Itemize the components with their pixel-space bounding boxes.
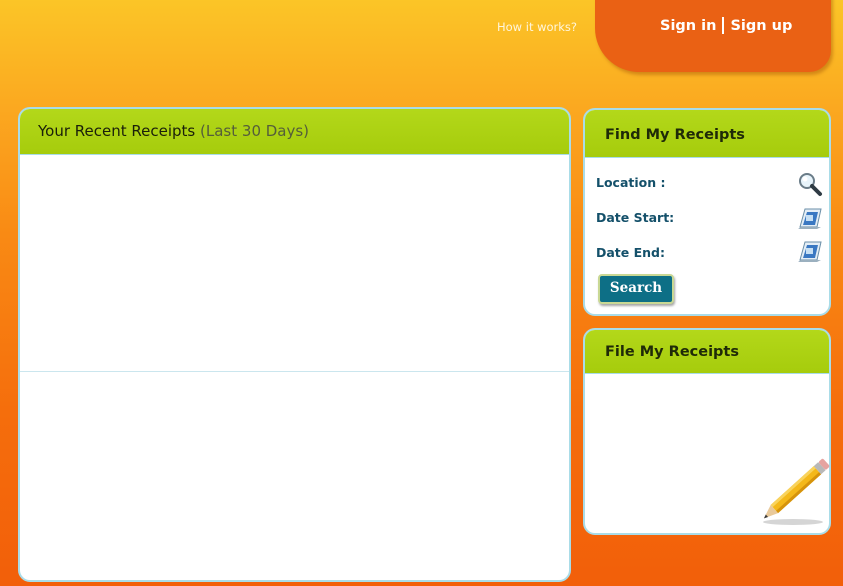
magnifier-icon[interactable] (797, 171, 823, 197)
date-end-label: Date End: (596, 245, 666, 260)
recent-receipts-panel: Your Recent Receipts (Last 30 Days) (18, 107, 571, 582)
auth-tab (595, 0, 831, 72)
recent-receipts-title: Your Recent Receipts (38, 122, 196, 140)
calendar-icon[interactable] (797, 205, 823, 231)
recent-receipts-divider (20, 371, 569, 372)
sign-in-link[interactable]: Sign in (660, 18, 716, 34)
search-button[interactable]: Search (598, 274, 674, 304)
recent-receipts-subtitle: (Last 30 Days) (200, 122, 310, 140)
date-start-label: Date Start: (596, 210, 675, 225)
auth-separator (722, 17, 725, 34)
pencil-icon[interactable] (748, 448, 840, 530)
sign-up-link[interactable]: Sign up (730, 18, 792, 34)
find-receipts-title: Find My Receipts (585, 110, 829, 158)
location-label: Location : (596, 175, 666, 190)
recent-receipts-header: Your Recent Receipts (Last 30 Days) (20, 109, 569, 155)
find-receipts-panel: Find My Receipts Location : Date Start: … (583, 108, 831, 316)
calendar-icon[interactable] (797, 238, 823, 264)
how-it-works-link[interactable]: How it works? (497, 20, 577, 34)
auth-links: Sign in Sign up (660, 17, 792, 34)
file-receipts-title: File My Receipts (585, 330, 829, 374)
